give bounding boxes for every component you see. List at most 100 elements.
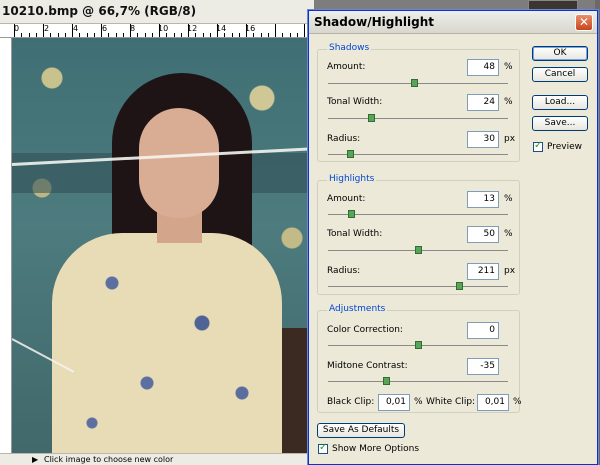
ruler-number: 2 <box>44 24 50 33</box>
photo-canvas[interactable] <box>12 38 314 453</box>
preview-label: Preview <box>547 142 583 152</box>
ruler-tick <box>209 33 211 37</box>
slider-thumb-icon[interactable] <box>382 377 390 385</box>
document-title-bar[interactable]: 10210.bmp @ 66,7% (RGB/8) <box>0 0 314 24</box>
highlights-radius-unit: px <box>504 266 516 276</box>
shadows-radius-slider[interactable] <box>328 150 508 158</box>
highlights-tonal-width-input[interactable]: 50 <box>467 226 499 243</box>
ruler-tick <box>43 24 44 37</box>
adjustments-group: Adjustments Color Correction: 0 Midtone … <box>317 304 522 413</box>
slider-thumb-icon[interactable] <box>415 341 422 349</box>
shadows-tonal-width-input[interactable]: 24 <box>467 94 499 111</box>
ruler-tick <box>246 24 247 37</box>
save-button[interactable]: Save... <box>532 116 588 131</box>
ruler-tick <box>72 24 73 37</box>
show-more-options-label: Show More Options <box>332 444 420 454</box>
slider-thumb-icon[interactable] <box>415 246 422 254</box>
shadows-radius-input[interactable]: 30 <box>467 131 499 148</box>
document-title: 10210.bmp @ 66,7% (RGB/8) <box>2 4 197 18</box>
ruler-tick <box>57 33 59 37</box>
highlights-tonal-width-label: Tonal Width: <box>327 229 383 239</box>
ruler-tick <box>260 33 262 37</box>
highlights-tonal-width-unit: % <box>504 229 513 239</box>
highlights-amount-unit: % <box>504 194 513 204</box>
dialog-title: Shadow/Highlight <box>314 15 434 29</box>
dialog-title-bar[interactable]: Shadow/Highlight ✕ <box>309 11 597 34</box>
ruler-tick <box>296 33 298 37</box>
shadows-amount-slider[interactable] <box>328 79 508 87</box>
highlights-amount-slider[interactable] <box>328 210 508 218</box>
ruler-tick <box>115 33 117 37</box>
black-clip-label: Black Clip: <box>327 397 375 407</box>
ruler-number: 6 <box>102 24 108 33</box>
shadows-amount-unit: % <box>504 62 513 72</box>
highlights-amount-label: Amount: <box>327 194 366 204</box>
ruler-tick <box>144 33 146 37</box>
ruler-tick <box>64 33 66 37</box>
shadows-radius-unit: px <box>504 134 516 144</box>
close-icon[interactable]: ✕ <box>575 14 593 31</box>
ruler-number: 4 <box>73 24 79 33</box>
horizontal-ruler[interactable]: 0 2 4 6 8 10 12 14 16 <box>0 24 314 38</box>
midtone-contrast-slider[interactable] <box>328 377 508 385</box>
ok-button[interactable]: OK <box>532 46 588 61</box>
ruler-tick <box>159 24 160 37</box>
play-arrow-icon[interactable]: ▶ <box>32 455 38 464</box>
slider-thumb-icon[interactable] <box>368 114 376 122</box>
midtone-contrast-input[interactable]: -35 <box>467 358 499 375</box>
show-more-options-checkbox[interactable] <box>318 442 328 454</box>
status-bar: ▶ Click image to choose new color <box>0 453 314 465</box>
ruler-tick <box>166 33 168 37</box>
highlights-group-label: Highlights <box>327 174 377 184</box>
ruler-tick <box>289 33 291 37</box>
slider-thumb-icon[interactable] <box>346 150 354 158</box>
highlights-amount-input[interactable]: 13 <box>467 191 499 208</box>
color-correction-label: Color Correction: <box>327 325 403 335</box>
shadows-group: Shadows Amount: 48 % Tonal Width: 24 % R… <box>317 43 520 162</box>
cancel-button[interactable]: Cancel <box>532 67 588 82</box>
ruler-tick <box>122 33 124 37</box>
black-clip-input[interactable]: 0,01 <box>378 394 410 411</box>
save-as-defaults-button[interactable]: Save As Defaults <box>317 423 405 438</box>
shadows-amount-label: Amount: <box>327 62 366 72</box>
highlights-group: Highlights Amount: 13 % Tonal Width: 50 … <box>317 174 520 295</box>
highlights-radius-slider[interactable] <box>328 282 508 290</box>
slider-thumb-icon[interactable] <box>411 79 419 87</box>
shadows-tonal-width-slider[interactable] <box>328 114 508 122</box>
adjustments-group-label: Adjustments <box>327 304 388 314</box>
highlights-tonal-width-slider[interactable] <box>328 246 508 254</box>
preview-checkbox[interactable] <box>533 140 543 152</box>
ruler-tick <box>108 33 110 37</box>
ruler-tick <box>267 33 269 37</box>
black-clip-unit: % <box>414 397 423 407</box>
ruler-tick <box>21 33 23 37</box>
ruler-tick <box>180 33 182 37</box>
ruler-tick <box>253 33 255 37</box>
slider-thumb-icon[interactable] <box>456 282 464 290</box>
slider-thumb-icon[interactable] <box>348 210 356 218</box>
load-button[interactable]: Load... <box>532 95 588 110</box>
color-correction-slider[interactable] <box>328 341 508 349</box>
shadows-group-label: Shadows <box>327 43 372 53</box>
ruler-tick <box>282 33 284 37</box>
shadows-tonal-width-unit: % <box>504 97 513 107</box>
ruler-tick <box>137 33 139 37</box>
ruler-tick <box>217 24 218 37</box>
white-clip-input[interactable]: 0,01 <box>477 394 509 411</box>
status-text: Click image to choose new color <box>44 455 174 464</box>
color-correction-input[interactable]: 0 <box>467 322 499 339</box>
shadows-amount-input[interactable]: 48 <box>467 59 499 76</box>
ruler-tick <box>93 33 95 37</box>
vertical-ruler[interactable] <box>0 38 12 453</box>
ruler-tick <box>202 33 204 37</box>
ruler-tick <box>86 33 88 37</box>
ruler-tick <box>101 24 102 37</box>
ruler-tick <box>224 33 226 37</box>
ruler-tick <box>50 33 52 37</box>
ruler-tick <box>304 24 305 37</box>
ruler-tick <box>35 33 37 37</box>
highlights-radius-input[interactable]: 211 <box>467 263 499 280</box>
shadows-tonal-width-label: Tonal Width: <box>327 97 383 107</box>
ruler-tick <box>188 24 189 37</box>
highlights-radius-label: Radius: <box>327 266 361 276</box>
